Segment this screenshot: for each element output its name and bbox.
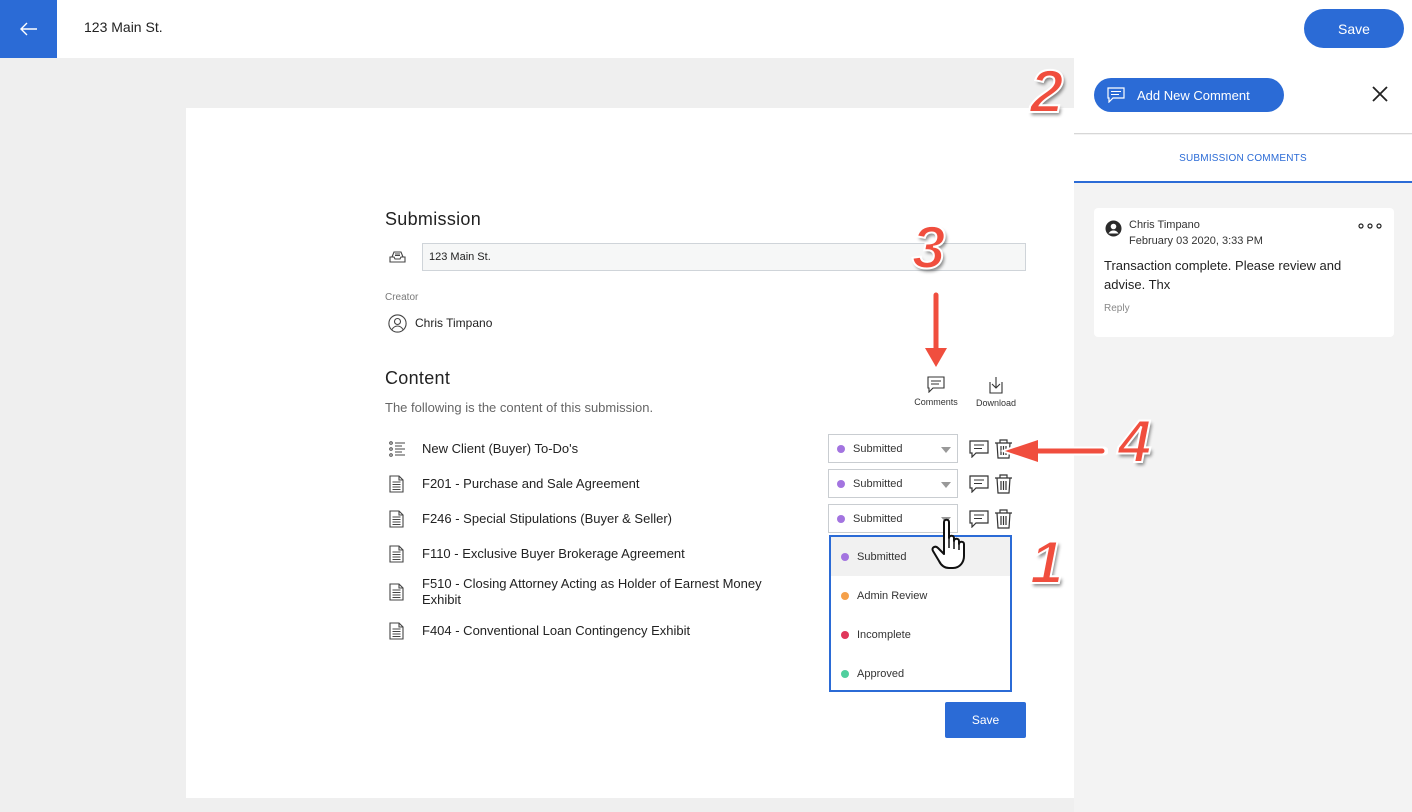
checklist-icon — [389, 441, 405, 457]
creator-label: Creator — [385, 292, 419, 303]
chevron-down-icon — [941, 447, 951, 453]
status-option-admin-review[interactable]: Admin Review — [831, 576, 1010, 615]
status-option-label: Admin Review — [857, 589, 928, 602]
download-icon — [989, 377, 1003, 394]
arrow-left-icon — [19, 22, 37, 36]
content-subtitle: The following is the content of this sub… — [385, 400, 654, 415]
status-dot — [837, 444, 845, 453]
content-row-label[interactable]: F404 - Conventional Loan Contingency Exh… — [422, 623, 802, 639]
top-bar: 123 Main St. Save — [0, 0, 1412, 58]
tab-submission-comments[interactable]: SUBMISSION COMMENTS — [1074, 135, 1412, 183]
hand-pointer-icon — [931, 518, 965, 569]
more-options-icon[interactable] — [1358, 222, 1382, 230]
content-row-label[interactable]: F510 - Closing Attorney Acting as Holder… — [422, 576, 802, 608]
status-dot — [837, 479, 845, 488]
comments-panel-header: Add New Comment — [1074, 58, 1412, 134]
status-option-label: Approved — [857, 667, 905, 680]
comment-timestamp: February 03 2020, 3:33 PM — [1129, 235, 1263, 247]
add-comment-label: Add New Comment — [1137, 87, 1250, 103]
download-tool-button[interactable]: Download — [968, 376, 1024, 408]
document-icon — [389, 622, 404, 640]
user-avatar-icon — [1105, 220, 1122, 237]
content-row-label[interactable]: New Client (Buyer) To-Do's — [422, 441, 802, 457]
annotation-number-3: 3 — [911, 214, 946, 281]
content-heading: Content — [385, 368, 451, 388]
status-option-label: Incomplete — [857, 628, 911, 641]
status-option-approved[interactable]: Approved — [831, 654, 1010, 693]
document-icon — [389, 510, 404, 528]
status-value: Submitted — [853, 477, 903, 490]
comment-author: Chris Timpano — [1129, 219, 1200, 231]
trash-icon[interactable] — [994, 474, 1013, 494]
content-row-label[interactable]: F201 - Purchase and Sale Agreement — [422, 476, 802, 492]
annotation-arrow-left — [1000, 436, 1108, 466]
status-select[interactable]: Submitted — [828, 469, 958, 498]
save-button[interactable]: Save — [1304, 9, 1404, 48]
content-row-label[interactable]: F246 - Special Stipulations (Buyer & Sel… — [422, 511, 802, 527]
annotation-number-1: 1 — [1029, 529, 1064, 596]
status-value: Submitted — [853, 512, 903, 525]
page-title: 123 Main St. — [84, 19, 163, 35]
creator-name: Chris Timpano — [415, 316, 493, 330]
status-dot — [841, 669, 849, 678]
status-option-label: Submitted — [857, 550, 907, 563]
comment-icon[interactable] — [969, 440, 989, 458]
inbox-icon — [389, 251, 406, 263]
comment-icon — [927, 376, 945, 393]
submission-heading: Submission — [385, 209, 482, 229]
user-circle-icon — [388, 314, 407, 333]
status-dot — [837, 514, 845, 523]
comments-tool-label: Comments — [914, 397, 958, 407]
document-icon — [389, 545, 404, 563]
status-dot — [841, 630, 849, 639]
chevron-down-icon — [941, 482, 951, 488]
annotation-arrow-down — [922, 290, 950, 370]
comment-icon[interactable] — [969, 475, 989, 493]
back-button[interactable] — [0, 0, 57, 58]
status-select[interactable]: Submitted — [828, 434, 958, 463]
content-row-label[interactable]: F110 - Exclusive Buyer Brokerage Agreeme… — [422, 546, 802, 562]
comment-text: Transaction complete. Please review and … — [1104, 258, 1342, 292]
close-icon[interactable] — [1372, 86, 1388, 102]
download-tool-label: Download — [975, 398, 1017, 408]
status-dot — [841, 552, 849, 561]
comments-tool-button[interactable]: Comments — [908, 376, 964, 407]
status-option-submitted[interactable]: Submitted — [831, 537, 1010, 576]
status-dot — [841, 591, 849, 600]
content-save-button[interactable]: Save — [945, 702, 1026, 738]
reply-link[interactable]: Reply — [1104, 303, 1130, 314]
status-option-incomplete[interactable]: Incomplete — [831, 615, 1010, 654]
annotation-number-2: 2 — [1029, 58, 1064, 125]
status-value: Submitted — [853, 442, 903, 455]
comment-icon — [1107, 87, 1125, 103]
document-icon — [389, 583, 404, 601]
annotation-number-4: 4 — [1117, 408, 1152, 475]
trash-icon[interactable] — [994, 509, 1013, 529]
add-comment-button[interactable]: Add New Comment — [1094, 78, 1284, 112]
status-dropdown-menu: Submitted Admin Review Incomplete Approv… — [829, 535, 1012, 692]
document-icon — [389, 475, 404, 493]
comment-card: Chris Timpano February 03 2020, 3:33 PM … — [1094, 208, 1394, 337]
